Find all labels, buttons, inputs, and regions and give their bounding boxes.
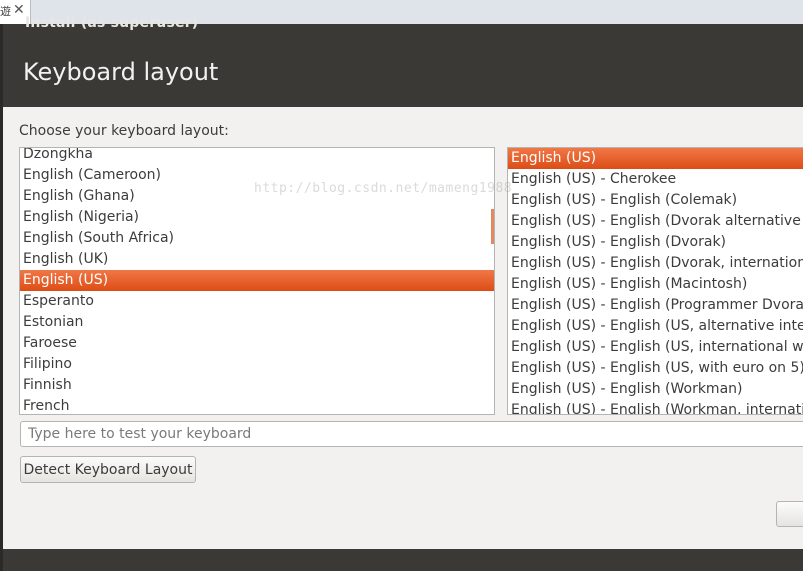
installer-footer [3,549,803,571]
language-item[interactable]: English (Ghana) [20,186,494,207]
language-item[interactable]: Estonian [20,312,494,333]
language-item[interactable]: English (Nigeria) [20,207,494,228]
installer-header: Install (as superuser) Keyboard layout [3,15,803,107]
variant-item[interactable]: English (US) - English (US, alternative … [508,316,803,337]
window-title: Install (as superuser) [25,15,199,31]
variant-item[interactable]: English (US) - English (US, internationa… [508,337,803,358]
variant-item[interactable]: English (US) - English (Colemak) [508,190,803,211]
variant-item[interactable]: English (US) - English (US, with euro on… [508,358,803,379]
language-item[interactable]: Finnish [20,375,494,396]
variant-item[interactable]: English (US) - English (Dvorak, internat… [508,253,803,274]
language-item[interactable]: Filipino [20,354,494,375]
language-item[interactable]: French [20,396,494,414]
variant-list-items: English (US) English (US) - Cherokee Engli… [508,148,803,414]
language-item[interactable]: English (Cameroon) [20,165,494,186]
keyboard-test-input[interactable] [20,421,803,447]
language-item[interactable]: English (South Africa) [20,228,494,249]
language-item[interactable]: Faroese [20,333,494,354]
page-title: Keyboard layout [23,58,219,86]
variant-item[interactable]: English (US) - English (Macintosh) [508,274,803,295]
variant-item[interactable]: English (US) - Cherokee [508,169,803,190]
variant-item[interactable]: English (US) - English (Programmer Dvora… [508,295,803,316]
layout-prompt: Choose your keyboard layout: [19,123,229,139]
variant-item[interactable]: English (US) - English (Workman, interna… [508,400,803,414]
variant-list[interactable]: English (US) English (US) - Cherokee Engli… [507,147,803,415]
main-content: Choose your keyboard layout: Dzongkha Eng… [3,107,803,550]
variant-item[interactable]: English (US) - English (Dvorak alternati… [508,211,803,232]
language-list-scrollbar[interactable] [491,209,494,244]
variant-item[interactable]: English (US) [508,148,803,169]
continue-button[interactable] [776,501,803,527]
close-icon[interactable]: ✕ [13,2,25,18]
variant-item[interactable]: English (US) - English (Workman) [508,379,803,400]
language-item[interactable]: Dzongkha [20,148,494,165]
language-item[interactable]: Esperanto [20,291,494,312]
language-list-items: Dzongkha English (Cameroon) English (Ghana… [20,148,494,414]
language-item[interactable]: English (UK) [20,249,494,270]
host-tab-icon: 遊 [0,5,11,18]
language-list[interactable]: Dzongkha English (Cameroon) English (Ghana… [19,147,495,415]
variant-item[interactable]: English (US) - English (Dvorak) [508,232,803,253]
language-item[interactable]: English (US) [20,270,494,291]
detect-keyboard-layout-button[interactable]: Detect Keyboard Layout [20,456,196,483]
